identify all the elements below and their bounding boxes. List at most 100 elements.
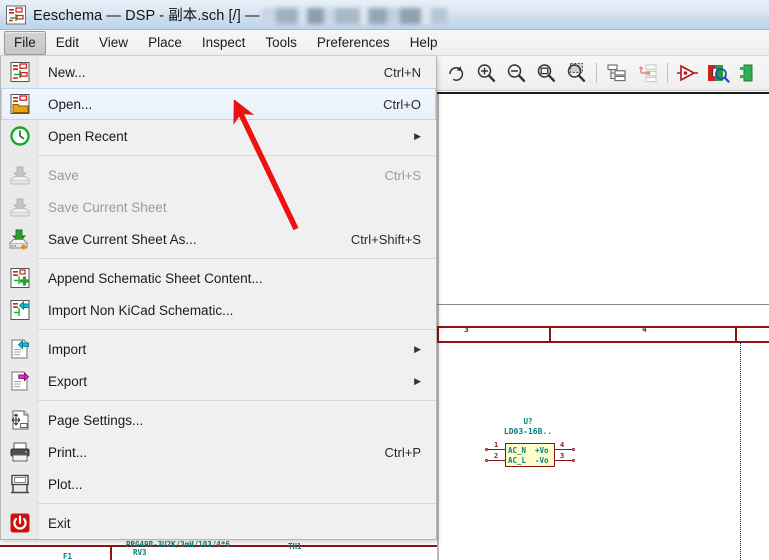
zoom-area-button[interactable] [561,58,591,88]
footprint-icon [740,64,753,82]
menu-item-save-label: Save [48,167,79,183]
chevron-right-icon-import: ▶ [414,343,421,354]
toolbar-separator-2 [667,63,668,83]
pin-label-ac-n: AC_N [508,446,527,455]
pin-endpoint-3 [572,458,575,462]
menubar-item-view[interactable]: View [89,31,138,55]
sheet-ruler-top-line [437,326,769,328]
pin-label-minus-vo: -Vo [535,456,549,465]
menubar-item-help[interactable]: Help [400,31,448,55]
leave-sheet-button[interactable] [632,58,662,88]
schematic-canvas[interactable]: 3 4 U? LD03-16B.. 1 2 4 3 AC_N AC_L +Vo … [437,92,769,560]
menu-item-open-recent[interactable]: Open Recent ▶ [1,120,436,152]
menu-item-export-label: Export [48,373,88,389]
zoom-in-button[interactable] [471,58,501,88]
ruler-tick-2 [735,326,737,342]
menu-separator-3 [38,329,436,330]
window-title: Eeschema — DSP - 副本.sch [/] — [33,8,260,24]
pin-number-3: 3 [560,452,565,460]
menu-item-page-settings-label: Page Settings... [48,412,144,428]
zoom-fit-button[interactable] [531,58,561,88]
menu-item-print[interactable]: Print... Ctrl+P [1,436,436,468]
show-hierarchy-button[interactable] [602,58,632,88]
sheet-ruler-bottom-line [437,341,769,343]
menu-item-append-schematic-sheet-content[interactable]: Append Schematic Sheet Content... [1,262,436,294]
schematic-label-th1: TH1 [288,542,302,551]
page-settings-icon [2,404,38,436]
pin-wire-1 [488,449,505,451]
ruler-label-4: 4 [642,325,647,334]
save-icon [2,159,38,191]
open-schematic-icon [2,88,38,120]
menubar-item-tools[interactable]: Tools [255,31,307,55]
zoom-out-button[interactable] [501,58,531,88]
save-sheet-icon [2,191,38,223]
schematic-label-f1: F1 [63,552,73,560]
menu-item-new-accel: Ctrl+N [383,64,421,80]
title-bar: Eeschema — DSP - 副本.sch [/] — [0,0,769,30]
run-erc-button[interactable] [673,58,703,88]
menu-item-save-current-sheet-as-accel: Ctrl+Shift+S [350,231,421,247]
menu-item-open-accel: Ctrl+O [383,96,421,112]
eeschema-icon [5,5,27,25]
pin-number-2: 2 [494,452,499,460]
ruler-label-3: 3 [464,325,469,334]
page-boundary-line [740,342,741,560]
menu-separator-2 [38,258,436,259]
ruler-tick-0 [437,326,439,342]
menu-item-save-current-sheet-label: Save Current Sheet [48,199,167,215]
chevron-right-icon-export: ▶ [414,375,421,386]
plotter-icon [2,468,38,500]
menu-item-import[interactable]: Import ▶ [1,333,436,365]
menu-item-import-non-kicad-schematic[interactable]: Import Non KiCad Schematic... [1,294,436,326]
component-reference: U? [523,417,533,426]
pin-label-ac-l: AC_L [508,456,527,465]
menubar-item-place[interactable]: Place [138,31,192,55]
pin-endpoint-2 [485,458,488,462]
menu-item-export[interactable]: Export ▶ [1,365,436,397]
menubar-item-edit[interactable]: Edit [46,31,89,55]
menu-item-exit[interactable]: Exit [1,507,436,539]
printer-icon [2,436,38,468]
canvas-divider-line [437,304,769,305]
pin-wire-4 [555,449,572,451]
refresh-button[interactable] [441,58,471,88]
menu-item-save[interactable]: Save Ctrl+S [1,159,436,191]
chevron-right-icon: ▶ [414,130,421,141]
hierarchy-icon [607,64,626,82]
menu-item-page-settings[interactable]: Page Settings... [1,404,436,436]
menubar-item-preferences[interactable]: Preferences [307,31,400,55]
annotate-button[interactable] [703,58,733,88]
save-as-icon [2,223,38,255]
import-icon [2,333,38,365]
menu-item-print-label: Print... [48,444,88,460]
menubar-item-inspect[interactable]: Inspect [192,31,256,55]
erc-icon [677,64,698,82]
pin-number-4: 4 [560,441,565,449]
recent-clock-icon [2,120,38,152]
menu-item-exit-label: Exit [48,515,71,531]
menu-separator-5 [38,503,436,504]
menu-item-open-recent-label: Open Recent [48,128,128,144]
zoom-in-icon [477,64,496,82]
menu-item-plot[interactable]: Plot... [1,468,436,500]
footprint-assign-button[interactable] [733,58,763,88]
ruler-tick-1 [549,326,551,342]
main-toolbar [437,56,769,91]
menu-item-save-current-sheet-as-label: Save Current Sheet As... [48,231,197,247]
leave-sheet-icon [638,64,657,83]
menu-separator-1 [38,155,436,156]
pin-endpoint-1 [485,447,488,451]
menubar-item-file[interactable]: File [4,30,46,55]
exit-power-icon [2,507,38,539]
menu-item-new[interactable]: New... Ctrl+N [1,56,436,88]
zoom-out-icon [507,64,526,82]
component-symbol[interactable]: U? LD03-16B.. 1 2 4 3 AC_N AC_L +Vo -Vo [478,416,578,476]
menu-item-open[interactable]: Open... Ctrl+O [1,88,436,120]
menu-item-append-schematic-sheet-content-label: Append Schematic Sheet Content... [48,270,263,286]
menu-item-save-current-sheet[interactable]: Save Current Sheet [1,191,436,223]
pin-endpoint-4 [572,447,575,451]
export-icon [2,365,38,397]
eeschema-window: Eeschema — DSP - 副本.sch [/] — File Edit … [0,0,769,560]
menu-item-save-current-sheet-as[interactable]: Save Current Sheet As... Ctrl+Shift+S [1,223,436,255]
